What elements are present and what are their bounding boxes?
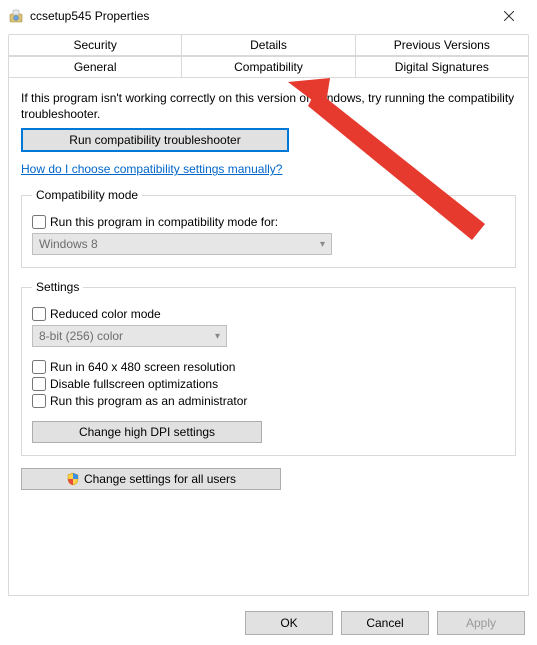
compat-mode-label: Run this program in compatibility mode f… (50, 215, 278, 229)
intro-text: If this program isn't working correctly … (21, 90, 516, 122)
run-admin-checkbox[interactable] (32, 394, 46, 408)
apply-button[interactable]: Apply (437, 611, 525, 635)
chevron-down-icon: ▾ (215, 331, 220, 342)
dialog-buttons: OK Cancel Apply (245, 611, 525, 635)
disable-fullscreen-label: Disable fullscreen optimizations (50, 377, 218, 391)
settings-group: Settings Reduced color mode 8-bit (256) … (21, 280, 516, 456)
cancel-button[interactable]: Cancel (341, 611, 429, 635)
ok-button[interactable]: OK (245, 611, 333, 635)
tab-previous-versions[interactable]: Previous Versions (355, 34, 529, 56)
low-res-row[interactable]: Run in 640 x 480 screen resolution (32, 360, 505, 374)
tab-strip: Security Details Previous Versions Gener… (8, 34, 529, 78)
tab-security[interactable]: Security (8, 34, 182, 56)
compatibility-mode-group: Compatibility mode Run this program in c… (21, 188, 516, 268)
color-depth-dropdown[interactable]: 8-bit (256) color ▾ (32, 325, 227, 347)
low-res-label: Run in 640 x 480 screen resolution (50, 360, 235, 374)
tab-compatibility[interactable]: Compatibility (181, 56, 355, 78)
settings-legend: Settings (32, 280, 83, 294)
tab-details[interactable]: Details (181, 34, 355, 56)
compatibility-mode-legend: Compatibility mode (32, 188, 142, 202)
compat-os-value: Windows 8 (39, 237, 98, 251)
run-troubleshooter-button[interactable]: Run compatibility troubleshooter (21, 128, 289, 152)
tab-digital-signatures[interactable]: Digital Signatures (355, 56, 529, 78)
compat-os-dropdown[interactable]: Windows 8 ▾ (32, 233, 332, 255)
compat-mode-checkbox-row[interactable]: Run this program in compatibility mode f… (32, 215, 505, 229)
change-all-users-button[interactable]: Change settings for all users (21, 468, 281, 490)
help-link[interactable]: How do I choose compatibility settings m… (21, 162, 282, 176)
close-button[interactable] (489, 2, 529, 30)
compat-mode-checkbox[interactable] (32, 215, 46, 229)
run-admin-row[interactable]: Run this program as an administrator (32, 394, 505, 408)
disable-fullscreen-checkbox[interactable] (32, 377, 46, 391)
tab-general[interactable]: General (8, 56, 182, 78)
color-depth-value: 8-bit (256) color (39, 329, 123, 343)
chevron-down-icon: ▾ (320, 239, 325, 250)
disable-fullscreen-row[interactable]: Disable fullscreen optimizations (32, 377, 505, 391)
window-title: ccsetup545 Properties (30, 9, 489, 23)
uac-shield-icon (66, 472, 80, 486)
reduced-color-label: Reduced color mode (50, 307, 161, 321)
reduced-color-row[interactable]: Reduced color mode (32, 307, 505, 321)
reduced-color-checkbox[interactable] (32, 307, 46, 321)
title-bar: ccsetup545 Properties (0, 0, 537, 32)
installer-icon (8, 8, 24, 24)
low-res-checkbox[interactable] (32, 360, 46, 374)
change-dpi-button[interactable]: Change high DPI settings (32, 421, 262, 443)
tab-content: If this program isn't working correctly … (8, 78, 529, 596)
run-admin-label: Run this program as an administrator (50, 394, 247, 408)
